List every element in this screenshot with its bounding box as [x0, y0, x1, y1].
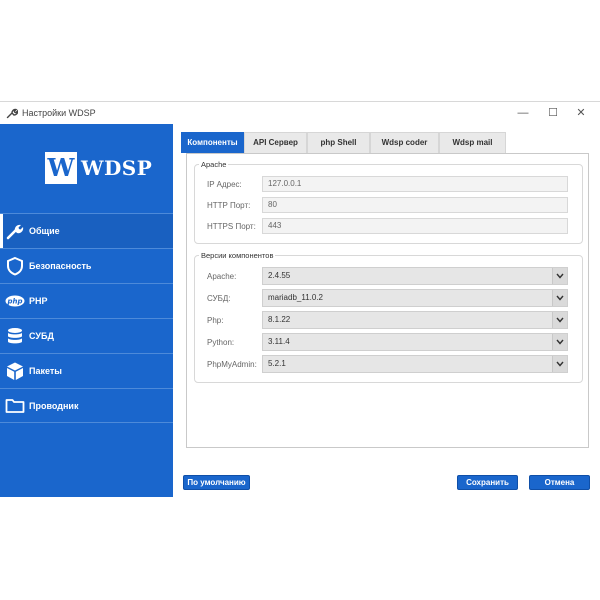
ip-address-field[interactable]: 127.0.0.1 — [262, 176, 568, 192]
sidebar-item-label: PHP — [29, 296, 48, 306]
logo-text: WDSP — [81, 156, 153, 180]
wrench-icon — [6, 224, 24, 240]
python-version-label: Python: — [207, 338, 235, 347]
apache-version-value: 2.4.55 — [268, 271, 291, 280]
http-port-label: HTTP Порт: — [207, 201, 251, 210]
php-version-label: Php: — [207, 316, 224, 325]
dbms-version-select[interactable]: mariadb_11.0.2 — [262, 289, 568, 307]
cancel-button[interactable]: Отмена — [529, 475, 590, 490]
chevron-down-icon[interactable] — [552, 334, 567, 350]
chevron-down-icon[interactable] — [552, 356, 567, 372]
python-version-value: 3.11.4 — [268, 337, 290, 346]
https-port-field[interactable]: 443 — [262, 218, 568, 234]
http-port-field[interactable]: 80 — [262, 197, 568, 213]
main-content: Компоненты API Сервер php Shell Wdsp cod… — [173, 124, 600, 497]
python-version-select[interactable]: 3.11.4 — [262, 333, 568, 351]
dbms-version-value: mariadb_11.0.2 — [268, 293, 323, 302]
tab-php-shell[interactable]: php Shell — [307, 132, 370, 153]
sidebar-item-general[interactable]: Общие — [0, 213, 173, 248]
settings-window: Настройки WDSP — ☐ ✕ W WDSP Общие Безопа… — [0, 101, 600, 497]
package-icon — [7, 362, 23, 380]
window-title: Настройки WDSP — [22, 108, 96, 118]
apache-group: Apache IP Адрес: 127.0.0.1 HTTP Порт: 80… — [194, 160, 583, 244]
phpmyadmin-version-label: PhpMyAdmin: — [207, 360, 257, 369]
php-icon: php — [5, 295, 25, 307]
apache-group-legend: Apache — [201, 160, 227, 169]
folder-icon — [5, 399, 25, 413]
dbms-version-label: СУБД: — [207, 294, 231, 303]
versions-group: Версии компонентов Apache: 2.4.55 СУБД: … — [194, 251, 583, 383]
apache-version-label: Apache: — [207, 272, 237, 281]
close-icon[interactable]: ✕ — [568, 102, 594, 124]
tab-api-server[interactable]: API Сервер — [244, 132, 307, 153]
default-button[interactable]: По умолчанию — [183, 475, 250, 490]
sidebar-item-label: Общие — [29, 226, 60, 236]
php-version-value: 8.1.22 — [268, 315, 291, 324]
maximize-icon[interactable]: ☐ — [540, 102, 566, 124]
sidebar-item-packages[interactable]: Пакеты — [0, 353, 173, 388]
sidebar-item-dbms[interactable]: СУБД — [0, 318, 173, 353]
sidebar-nav: Общие Безопасность php PHP СУБД Пакеты П… — [0, 213, 173, 423]
shield-icon — [7, 256, 23, 276]
chevron-down-icon[interactable] — [552, 268, 567, 284]
chevron-down-icon[interactable] — [552, 312, 567, 328]
logo-mark: W — [45, 152, 77, 184]
minimize-icon[interactable]: — — [510, 102, 536, 124]
wrench-icon — [6, 108, 18, 119]
components-panel: Apache IP Адрес: 127.0.0.1 HTTP Порт: 80… — [186, 153, 589, 448]
svg-text:php: php — [6, 298, 22, 306]
ip-address-label: IP Адрес: — [207, 180, 242, 189]
sidebar-item-label: Проводник — [29, 401, 79, 411]
https-port-label: HTTPS Порт: — [207, 222, 256, 231]
sidebar-item-explorer[interactable]: Проводник — [0, 388, 173, 423]
sidebar-item-php[interactable]: php PHP — [0, 283, 173, 318]
tab-components[interactable]: Компоненты — [181, 132, 244, 153]
sidebar-item-label: Безопасность — [29, 261, 92, 271]
apache-version-select[interactable]: 2.4.55 — [262, 267, 568, 285]
sidebar-item-security[interactable]: Безопасность — [0, 248, 173, 283]
title-bar: Настройки WDSP — ☐ ✕ — [0, 102, 600, 124]
tab-wdsp-mail[interactable]: Wdsp mail — [439, 132, 506, 153]
sidebar-item-label: СУБД — [29, 331, 54, 341]
phpmyadmin-version-select[interactable]: 5.2.1 — [262, 355, 568, 373]
sidebar-item-label: Пакеты — [29, 366, 62, 376]
tab-wdsp-coder[interactable]: Wdsp coder — [370, 132, 439, 153]
versions-group-legend: Версии компонентов — [201, 251, 274, 260]
phpmyadmin-version-value: 5.2.1 — [268, 359, 286, 368]
save-button[interactable]: Сохранить — [457, 475, 518, 490]
database-icon — [8, 328, 22, 344]
php-version-select[interactable]: 8.1.22 — [262, 311, 568, 329]
chevron-down-icon[interactable] — [552, 290, 567, 306]
sidebar: W WDSP Общие Безопасность php PHP СУБД П… — [0, 124, 173, 497]
